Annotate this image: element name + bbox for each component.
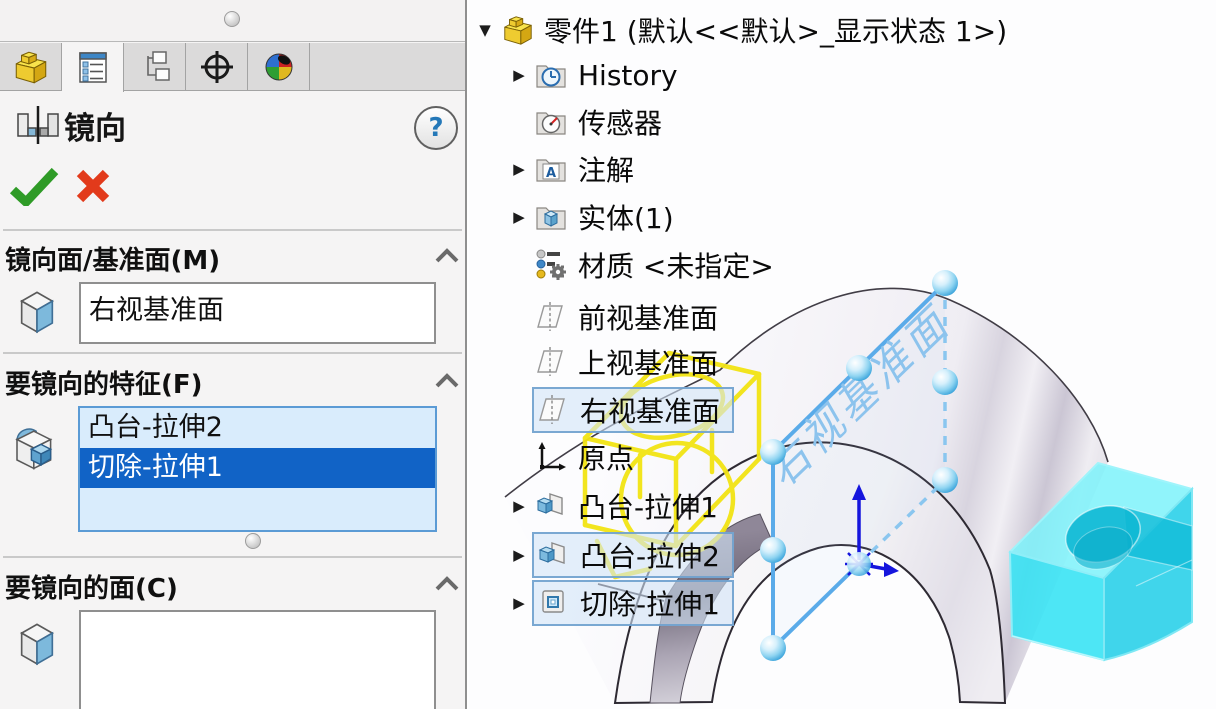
tree-item-annotations[interactable]: ▶ A 注解	[506, 146, 634, 192]
boss-extrude-icon	[536, 538, 572, 572]
sensors-icon	[534, 105, 570, 139]
history-icon	[534, 58, 570, 92]
expander-expand-icon[interactable]: ▶	[506, 594, 532, 612]
faces-to-mirror-field[interactable]	[79, 610, 436, 709]
tree-item-sensors[interactable]: ▶ 传感器	[506, 99, 662, 145]
section-features-header: 要镜向的特征(F)	[5, 370, 203, 400]
dimxpert-icon	[200, 51, 233, 83]
chevron-up-icon[interactable]	[434, 373, 460, 388]
part-icon	[500, 13, 536, 47]
plane-icon	[534, 300, 570, 334]
features-to-mirror-list[interactable]: 凸台-拉伸2 切除-拉伸1	[78, 406, 437, 532]
tree-item-label: 切除-拉伸1	[580, 588, 720, 621]
section-mirror-plane-header: 镜向面/基准面(M)	[5, 246, 221, 276]
selected-row-highlight: 右视基准面	[532, 387, 735, 433]
mirror-icon	[12, 104, 64, 150]
selected-row-highlight: 凸台-拉伸2	[532, 532, 734, 578]
section-divider	[3, 556, 462, 558]
tree-item-boss-extrude1[interactable]: ▶ 凸台-拉伸1	[506, 483, 718, 529]
plane-icon	[534, 345, 570, 379]
mirror-plane-field[interactable]: 右视基准面	[79, 282, 436, 344]
property-manager-panel: 镜向 ? 镜向面/基准面(M) 右视基准面 要镜向的特征(F) 凸台-拉伸2 切…	[0, 0, 467, 709]
tree-item-label: 凸台-拉伸1	[578, 491, 718, 524]
help-label: ?	[428, 113, 444, 143]
chevron-up-icon[interactable]	[434, 576, 460, 591]
tree-item-cut-extrude1[interactable]: ▶ 切除-拉伸1	[506, 580, 734, 626]
chevron-up-icon[interactable]	[434, 248, 460, 263]
plane-icon	[536, 393, 572, 427]
tree-item-right-plane[interactable]: ▶ 右视基准面	[506, 387, 735, 433]
tree-item-part-root[interactable]: ▼ 零件1 (默认<<默认>_显示状态 1>)	[472, 7, 1007, 53]
tab-dimxpertmanager[interactable]	[186, 43, 248, 91]
tab-displaymanager[interactable]	[248, 43, 310, 91]
tree-item-front-plane[interactable]: ▶ 前视基准面	[506, 294, 718, 340]
expander-expand-icon[interactable]: ▶	[506, 497, 532, 515]
expander-expand-icon[interactable]: ▶	[506, 546, 532, 564]
tree-item-boss-extrude2[interactable]: ▶ 凸台-拉伸2	[506, 532, 734, 578]
tree-item-label: 传感器	[578, 107, 663, 140]
tree-item-label: 实体(1)	[578, 202, 674, 235]
tab-featuremanager[interactable]	[0, 43, 62, 91]
tree-item-top-plane[interactable]: ▶ 上视基准面	[506, 339, 718, 385]
page-title: 镜向	[64, 111, 126, 147]
material-icon	[534, 248, 570, 282]
face-selection-icon	[20, 291, 54, 334]
tree-item-label: 注解	[578, 154, 635, 187]
tree-item-label: 材质 <未指定>	[578, 250, 774, 283]
face-selection-icon	[20, 623, 54, 666]
tree-item-solid-bodies[interactable]: ▶ 实体(1)	[506, 194, 674, 240]
tree-item-label: 凸台-拉伸2	[580, 540, 720, 573]
selected-row-highlight: 切除-拉伸1	[532, 580, 734, 626]
panel-resize-grip[interactable]	[224, 11, 240, 27]
list-item[interactable]: 凸台-拉伸2	[80, 408, 435, 448]
property-manager-icon	[78, 51, 107, 83]
expander-expand-icon[interactable]: ▶	[506, 208, 532, 226]
section-faces-header: 要镜向的面(C)	[5, 574, 178, 604]
tree-item-label: 零件1 (默认<<默认>_显示状态 1>)	[544, 15, 1008, 48]
expander-expand-icon[interactable]: ▶	[506, 160, 532, 178]
section-resize-grip[interactable]	[245, 533, 261, 549]
display-manager-icon	[265, 53, 292, 81]
tree-item-label: History	[578, 58, 678, 92]
cut-extrude-icon	[536, 586, 572, 620]
section-divider	[3, 229, 462, 231]
boss-extrude-icon	[534, 489, 570, 523]
configuration-manager-icon	[146, 51, 170, 81]
tab-propertymanager[interactable]	[62, 43, 124, 92]
part-icon	[15, 51, 46, 84]
origin-icon	[534, 440, 570, 474]
features-selection-icon	[15, 428, 53, 470]
help-button[interactable]: ?	[414, 106, 458, 150]
manager-tab-bar	[0, 43, 465, 92]
cancel-button[interactable]	[76, 169, 110, 203]
graphics-viewport[interactable]: 右视基准面 ▼ 零件1 (默认<<默认>_显示状态 1>) ▶ History …	[469, 0, 1216, 709]
tree-item-material[interactable]: ▶ 材质 <未指定>	[506, 242, 774, 288]
list-item[interactable]: 切除-拉伸1	[80, 448, 435, 488]
expander-expand-icon[interactable]: ▶	[506, 66, 532, 84]
tree-item-origin[interactable]: ▶ 原点	[506, 434, 634, 480]
section-divider	[3, 352, 462, 354]
mirror-plane-value: 右视基准面	[89, 295, 224, 326]
solid-bodies-icon	[534, 200, 570, 234]
tree-item-history[interactable]: ▶ History	[506, 52, 678, 98]
svg-text:A: A	[546, 166, 556, 181]
tab-configurationmanager[interactable]	[124, 43, 186, 91]
annotations-icon: A	[534, 152, 570, 186]
tree-item-label: 上视基准面	[578, 347, 719, 380]
panel-top-strip	[0, 0, 465, 42]
tree-item-label: 前视基准面	[578, 302, 719, 335]
tree-item-label: 右视基准面	[580, 395, 721, 428]
ok-button[interactable]	[8, 166, 60, 206]
tree-item-label: 原点	[578, 442, 635, 475]
expander-collapse-icon[interactable]: ▼	[472, 21, 498, 39]
